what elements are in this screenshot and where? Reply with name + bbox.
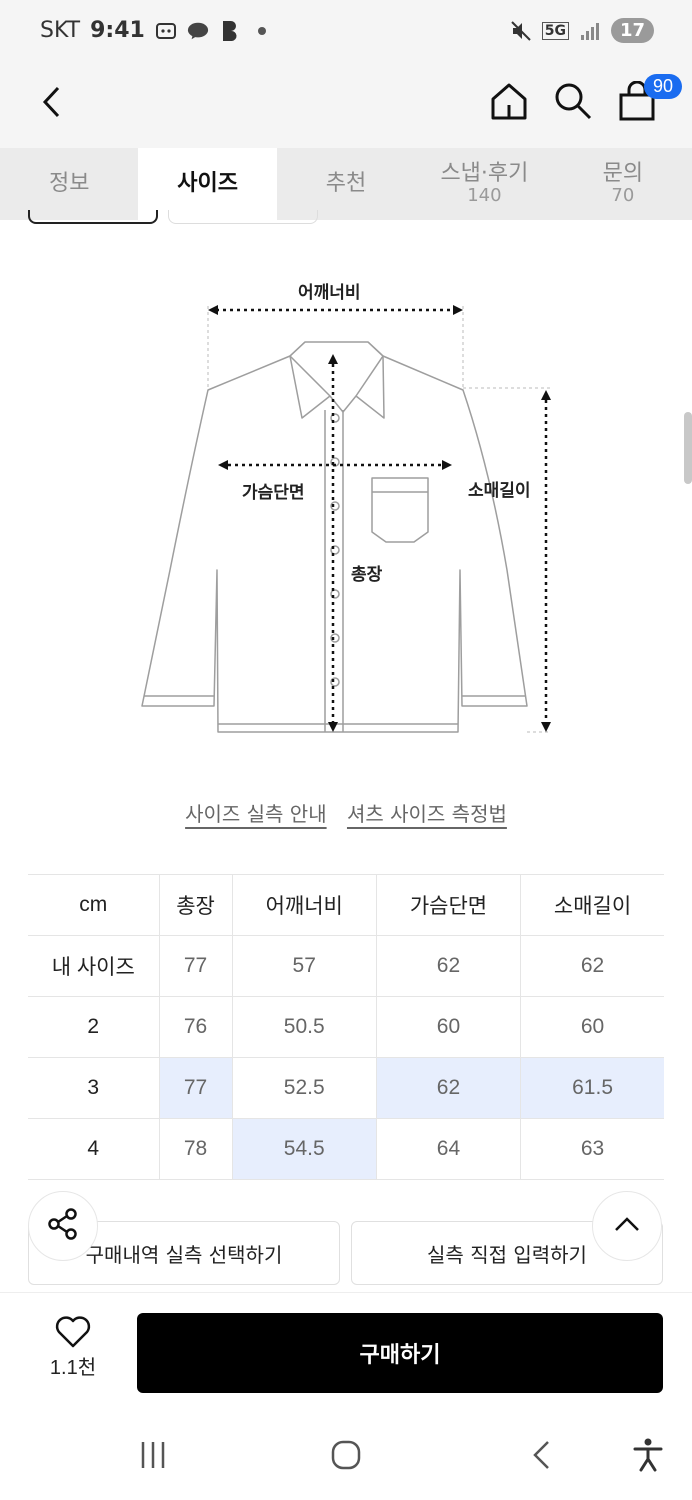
total-length-label: 총장 <box>351 565 383 585</box>
column-header: cm <box>28 874 159 936</box>
cart-count-badge: 90 <box>643 74 682 99</box>
accessibility-icon <box>633 1438 663 1476</box>
screen-capture-icon <box>155 20 177 42</box>
tab-label: 사이즈 <box>177 171 238 197</box>
search-button[interactable] <box>550 80 596 126</box>
dot-icon <box>251 20 273 42</box>
table-cell-highlighted: 77 <box>158 1057 233 1119</box>
tab-count: 140 <box>467 185 502 207</box>
table-cell: 50.5 <box>231 996 377 1058</box>
status-bar: SKT 9:41 5G 17 <box>0 0 692 64</box>
table-cell-highlighted: 62 <box>375 1057 521 1119</box>
network-label: 5G <box>541 21 569 40</box>
table-cell: 52.5 <box>231 1057 377 1119</box>
shirt-illustration <box>141 305 551 733</box>
button-label: 구매내역 실측 선택하기 <box>85 1242 283 1267</box>
like-button[interactable]: 1.1천 <box>38 1315 108 1380</box>
clock: 9:41 <box>90 18 145 43</box>
table-cell: 62 <box>375 935 521 997</box>
home-circle-icon <box>330 1439 362 1475</box>
tab-label: 정보 <box>48 171 90 197</box>
recent-apps-icon <box>138 1440 168 1474</box>
b-app-icon <box>219 20 241 42</box>
size-option-chips <box>28 210 318 224</box>
table-header-row: cm 총장 어깨너비 가슴단면 소매길이 <box>28 874 664 936</box>
back-arrow-icon <box>40 85 64 123</box>
like-count: 1.1천 <box>49 1357 97 1379</box>
shirt-measure-method-link[interactable]: 셔츠 사이즈 측정법 <box>347 802 507 826</box>
size-chip[interactable] <box>168 210 318 224</box>
sleeve-length-label: 소매길이 <box>468 481 531 501</box>
buy-button[interactable]: 구매하기 <box>137 1313 663 1393</box>
table-cell: 64 <box>375 1118 521 1180</box>
battery-indicator: 17 <box>610 18 654 43</box>
app-header: 90 <box>0 64 692 148</box>
chevron-up-icon <box>613 1215 641 1237</box>
table-row: 2 76 50.5 60 60 <box>28 996 664 1058</box>
size-chip-selected[interactable] <box>28 210 158 224</box>
heart-icon <box>38 1315 108 1351</box>
mute-icon <box>510 20 532 42</box>
share-button[interactable] <box>28 1191 98 1261</box>
row-label: 4 <box>28 1118 159 1180</box>
table-cell: 57 <box>231 935 377 997</box>
tab-label: 추천 <box>325 171 367 197</box>
carrier-label: SKT <box>40 18 81 43</box>
table-row: 3 77 52.5 62 61.5 <box>28 1057 664 1119</box>
back-button[interactable] <box>30 82 74 126</box>
size-table: cm 총장 어깨너비 가슴단면 소매길이 내 사이즈 77 57 62 62 2… <box>28 874 664 1180</box>
shoulder-width-label: 어깨너비 <box>298 283 361 303</box>
table-cell: 62 <box>520 935 664 997</box>
table-cell-highlighted: 61.5 <box>520 1057 664 1119</box>
accessibility-button[interactable] <box>623 1434 673 1480</box>
chest-width-label: 가슴단면 <box>242 483 305 503</box>
size-measure-guide-link[interactable]: 사이즈 실측 안내 <box>185 802 327 826</box>
column-header: 총장 <box>158 874 233 936</box>
table-row: 4 78 54.5 64 63 <box>28 1118 664 1180</box>
purchase-bar: 1.1천 구매하기 <box>0 1292 692 1412</box>
table-cell: 60 <box>375 996 521 1058</box>
kakaotalk-icon <box>187 20 209 42</box>
table-cell: 63 <box>520 1118 664 1180</box>
button-label: 구매하기 <box>359 1343 441 1368</box>
row-label: 3 <box>28 1057 159 1119</box>
back-nav-button[interactable] <box>516 1434 566 1480</box>
tab-snap-review[interactable]: 스냅·후기 140 <box>415 148 553 220</box>
table-cell-highlighted: 54.5 <box>231 1118 377 1180</box>
tab-label: 문의 <box>602 161 644 186</box>
table-cell: 77 <box>158 935 233 997</box>
shirt-size-diagram: 어깨너비 가슴단면 소매길이 총장 <box>130 270 570 750</box>
home-button[interactable] <box>486 80 532 126</box>
row-label: 내 사이즈 <box>28 935 159 997</box>
back-chevron-icon <box>530 1439 552 1475</box>
row-label: 2 <box>28 996 159 1058</box>
table-cell: 60 <box>520 996 664 1058</box>
column-header: 어깨너비 <box>231 874 377 936</box>
tab-count: 70 <box>611 185 635 207</box>
scroll-top-button[interactable] <box>592 1191 662 1261</box>
search-icon <box>553 81 593 125</box>
tab-label: 스냅·후기 <box>440 161 529 186</box>
column-header: 가슴단면 <box>375 874 521 936</box>
recent-apps-button[interactable] <box>128 1434 178 1480</box>
signal-icon <box>579 20 601 42</box>
size-guide-links: 사이즈 실측 안내 셔츠 사이즈 측정법 <box>0 798 692 827</box>
tab-inquiry[interactable]: 문의 70 <box>554 148 692 220</box>
scrollbar[interactable] <box>684 412 692 484</box>
table-row: 내 사이즈 77 57 62 62 <box>28 935 664 997</box>
cart-button[interactable]: 90 <box>614 74 682 126</box>
home-nav-button[interactable] <box>321 1434 371 1480</box>
table-cell: 78 <box>158 1118 233 1180</box>
home-icon <box>489 81 529 125</box>
table-cell: 76 <box>158 996 233 1058</box>
button-label: 실측 직접 입력하기 <box>427 1242 587 1267</box>
column-header: 소매길이 <box>520 874 664 936</box>
share-icon <box>46 1207 80 1245</box>
system-nav-bar <box>0 1412 692 1500</box>
